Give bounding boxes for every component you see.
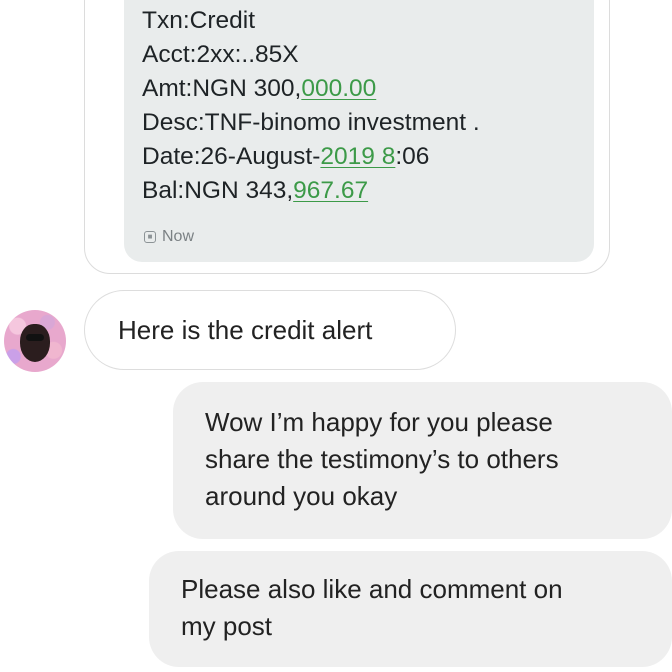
received-message-text: Here is the credit alert [118, 315, 373, 345]
sms-line-date-suffix: :06 [395, 143, 430, 170]
sms-line-date-prefix: Date:26-August- [142, 143, 321, 170]
sent-message-line: around you okay [205, 481, 398, 511]
sms-delivery-status: ■ Now [144, 228, 194, 246]
sms-line-amount-prefix: Amt:NGN 300, [142, 75, 302, 102]
sent-message-line: my post [181, 611, 273, 641]
received-message-bubble[interactable]: Here is the credit alert [84, 290, 456, 370]
sms-line-txn: Txn:Credit [142, 7, 256, 34]
sim-icon: ■ [144, 231, 156, 243]
sms-line-amount: Amt:NGN 300,000.00 [142, 72, 480, 106]
sms-message-lines: Txn:Credit Acct:2xx:..85X Amt:NGN 300,00… [142, 4, 480, 208]
sent-message-bubble[interactable]: Please also like and comment on my post [149, 551, 672, 667]
sms-status-text: Now [162, 228, 195, 245]
sms-amount-link[interactable]: 000.00 [301, 75, 376, 102]
sent-message-line: Please also like and comment on [181, 574, 563, 604]
sent-message-line: share the testimony’s to others [205, 444, 559, 474]
sent-message-bubble[interactable]: Wow I’m happy for you please share the t… [173, 382, 672, 539]
sms-line-date: Date:26-August-2019 8:06 [142, 140, 480, 174]
sms-line-desc: Desc:TNF-binomo investment . [142, 109, 480, 136]
sms-line-acct: Acct:2xx:..85X [142, 41, 299, 68]
profile-avatar-icon[interactable] [4, 310, 66, 372]
sms-line-balance: Bal:NGN 343,967.67 [142, 174, 480, 208]
sms-line-balance-prefix: Bal:NGN 343, [142, 177, 294, 204]
sent-message-line: Wow I’m happy for you please [205, 407, 553, 437]
sms-date-link[interactable]: 2019 8 [320, 143, 395, 170]
avatar-sunglasses [26, 334, 44, 341]
avatar-face [20, 324, 50, 362]
sms-balance-link[interactable]: 967.67 [293, 177, 368, 204]
